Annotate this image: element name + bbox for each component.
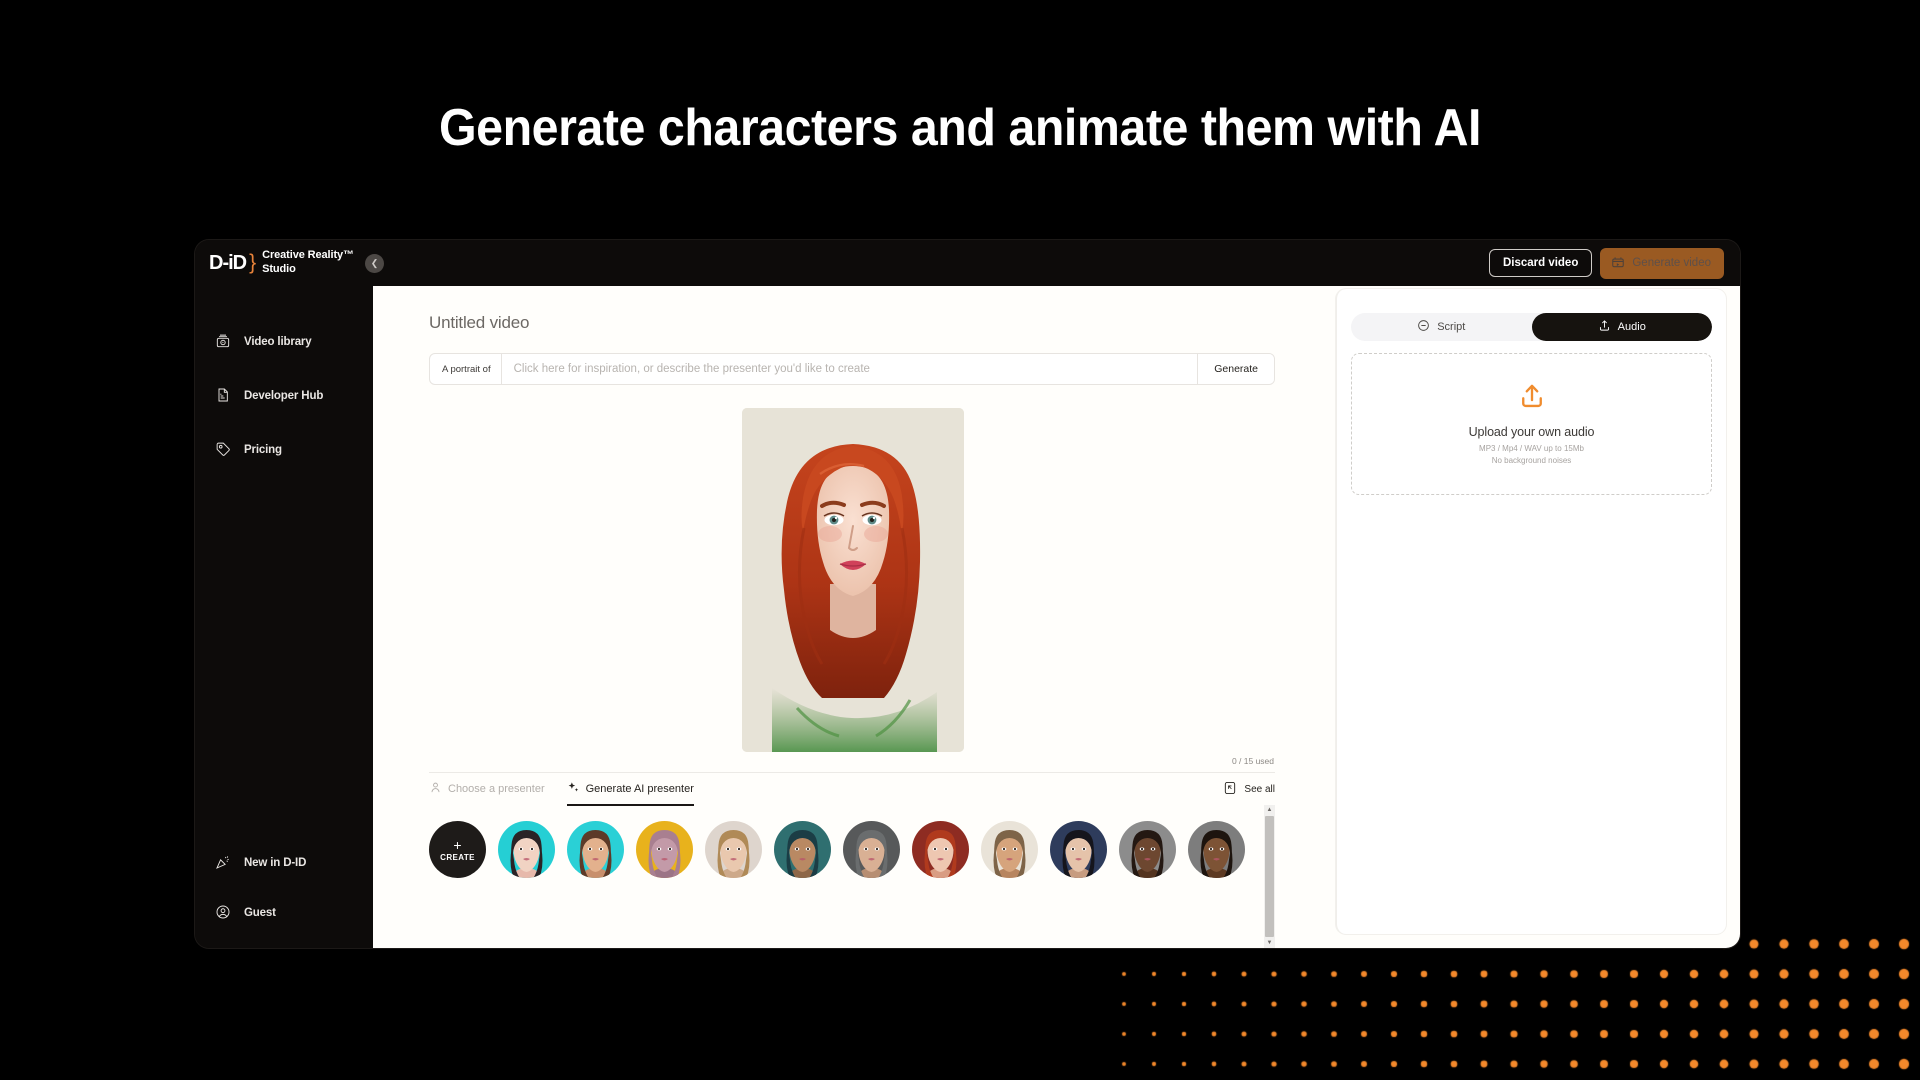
avatar-man-blond[interactable] [705,821,762,878]
sidebar-item-video-library[interactable]: Video library [195,325,373,359]
script-icon [1417,319,1430,335]
avatar-woman-teal-hair[interactable] [774,821,831,878]
dropzone-subtitle: MP3 / Mp4 / WAV up to 15Mb No background… [1479,443,1584,466]
upload-arrow-icon [1518,382,1546,415]
tab-audio[interactable]: Audio [1531,313,1712,341]
brand-title: Creative Reality™ Studio [262,249,354,277]
tab-label: Script [1437,321,1466,333]
avatar-woman-tan[interactable] [567,821,624,878]
topbar-actions: Discard video Generate video [1488,247,1740,279]
presenter-gallery: + CREATE ▲ ▼ [429,805,1275,948]
chevron-left-icon: ❮ [370,258,379,268]
generate-video-label: Generate video [1632,257,1711,269]
d-id-logo: D-iD } [209,251,256,274]
logo-bracket-icon: } [249,251,256,274]
tab-generate-ai-presenter[interactable]: Generate AI presenter [566,773,695,806]
tab-choose-a-presenter[interactable]: Choose a presenter [429,773,545,805]
sidebar-label: New in D-ID [244,857,307,869]
person-icon [429,781,442,797]
avatar-man-bald[interactable] [636,821,693,878]
orange-dot-pattern [1118,936,1920,1080]
sidebar-item-new-in-d-id[interactable]: New in D-ID [195,846,373,880]
sparkles-icon [567,781,580,797]
page-root: Generate characters and animate them wit… [0,0,1920,1080]
page-title[interactable]: Untitled video [373,313,1332,333]
see-all-label: See all [1244,783,1275,795]
user-circle-icon [215,904,231,923]
preview-wrapper [373,385,1332,752]
prompt-prefix-label: A portrait of [430,354,502,384]
generate-video-button[interactable]: Generate video [1600,247,1724,279]
plus-icon: + [453,836,462,853]
avatar-woman-red-hair[interactable] [912,821,969,878]
avatar-woman-black-hair[interactable] [1050,821,1107,878]
video-library-icon [215,333,231,352]
script-audio-toggle: Script Audio [1351,313,1712,341]
upload-icon [1598,319,1611,335]
audio-upload-dropzone[interactable]: Upload your own audio MP3 / Mp4 / WAV up… [1351,353,1712,495]
sidebar-bottom-nav: New in D-ID Guest [195,846,373,948]
tab-label: Choose a presenter [448,783,545,795]
main-area: Untitled video A portrait of Generate [373,286,1740,948]
price-tag-icon [215,441,231,460]
sidebar-top-nav: Video library Developer Hub Pricing [195,286,373,487]
avatar-woman-dark-skin[interactable] [1119,821,1176,878]
dropzone-note: No background noises [1491,455,1572,465]
sidebar-collapse-button[interactable]: ❮ [365,254,384,273]
brand-title-line1: Creative Reality™ [262,249,354,262]
avatar-man-glasses[interactable] [843,821,900,878]
sidebar-item-guest[interactable]: Guest [195,896,373,930]
avatar-woman-dark-hair[interactable] [498,821,555,878]
app-topbar: D-iD } Creative Reality™ Studio Discard … [195,240,1740,286]
scroll-up-arrow-icon[interactable]: ▲ [1267,807,1273,813]
prompt-bar: A portrait of Generate [429,353,1275,385]
presenter-tab-bar: Choose a presenter Generate AI presenter [429,772,1275,806]
app-window: D-iD } Creative Reality™ Studio Discard … [195,240,1740,948]
dropzone-title: Upload your own audio [1468,424,1595,439]
generate-presenter-button[interactable]: Generate [1197,354,1274,384]
sidebar-label: Developer Hub [244,390,324,402]
avatar-woman-headscarf[interactable] [981,821,1038,878]
gallery-scrollbar[interactable]: ▲ ▼ [1264,805,1275,948]
party-popper-icon [215,854,231,873]
discard-video-button[interactable]: Discard video [1488,249,1593,277]
expand-icon [1223,781,1237,798]
sidebar: Video library Developer Hub Pricing New … [195,286,373,948]
right-panel: Script Audio Upload your own audio MP3 /… [1336,289,1726,934]
editor-column: Untitled video A portrait of Generate [373,286,1332,948]
sidebar-item-pricing[interactable]: Pricing [195,433,373,467]
video-camera-icon [1611,255,1625,272]
tab-script[interactable]: Script [1351,313,1532,341]
scrollbar-thumb[interactable] [1265,816,1274,937]
sidebar-item-developer-hub[interactable]: Developer Hub [195,379,373,413]
sidebar-label: Pricing [244,444,282,456]
brand-title-line2: Studio [262,263,296,275]
create-label: CREATE [440,852,475,862]
create-presenter-button[interactable]: + CREATE [429,821,486,878]
document-icon [215,387,231,406]
avatar-man-dark-skin[interactable] [1188,821,1245,878]
logo-text: D-iD [209,252,247,274]
sidebar-label: Guest [244,907,276,919]
tab-label: Audio [1617,321,1646,333]
scroll-down-arrow-icon[interactable]: ▼ [1267,940,1273,946]
brand-block: D-iD } Creative Reality™ Studio [195,249,373,277]
see-all-button[interactable]: See all [1223,781,1275,798]
dropzone-formats: MP3 / Mp4 / WAV up to 15Mb [1479,443,1584,453]
page-headline: Generate characters and animate them wit… [438,99,1482,157]
tab-label: Generate AI presenter [585,783,694,795]
red-haired-woman-portrait[interactable] [741,408,964,752]
usage-counter: 0 / 15 used [1231,756,1274,766]
avatar-grid: + CREATE [429,805,1258,948]
sidebar-label: Video library [244,336,312,348]
prompt-input[interactable] [501,354,1198,384]
